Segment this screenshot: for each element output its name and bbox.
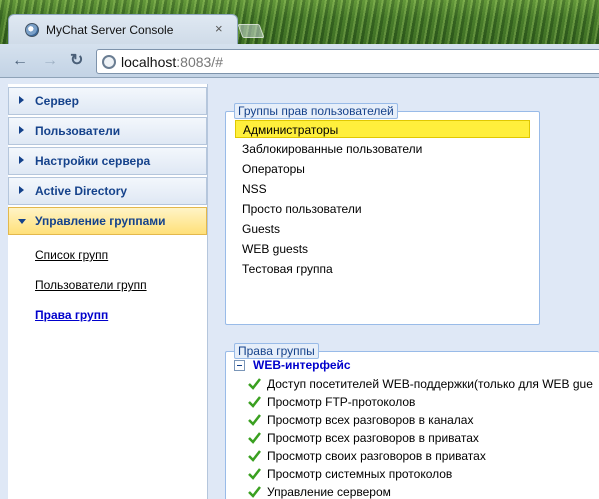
checkmark-icon [248,450,261,462]
permission-label: Просмотр системных протоколов [267,467,453,481]
permission-label: Управление сервером [267,485,391,499]
rights-legend: Права группы [234,343,319,359]
sidebar: Сервер Пользователи Настройки сервера Ac… [8,84,208,499]
checkmark-icon [248,396,261,408]
checkmark-icon [248,432,261,444]
caret-right-icon [19,186,24,194]
group-row[interactable]: Guests [235,220,530,238]
forward-arrow-icon[interactable]: → [42,52,58,70]
group-row[interactable]: NSS [235,180,530,198]
checkmark-icon [248,378,261,390]
address-bar[interactable]: localhost:8083/# [96,49,599,74]
url-text: localhost:8083/# [121,54,223,70]
back-arrow-icon[interactable]: ← [12,52,28,70]
url-host: localhost [121,54,177,70]
sidebar-item-server-settings[interactable]: Настройки сервера [8,147,207,175]
permission-label: Доступ посетителей WEB-поддержки(только … [267,377,593,391]
url-port-path: :8083/# [176,54,223,70]
group-row[interactable]: WEB guests [235,240,530,258]
group-row[interactable]: Операторы [235,160,530,178]
rights-fieldset: Права группы WEB-интерфейс Доступ посети… [225,343,599,499]
permission-label: Просмотр FTP-протоколов [267,395,416,409]
sidebar-item-users[interactable]: Пользователи [8,117,207,145]
tab-close-button[interactable]: × [215,22,223,36]
group-row[interactable]: Просто пользователи [235,200,530,218]
group-row[interactable]: Администраторы [235,120,530,138]
sublink-group-users[interactable]: Пользователи групп [35,278,147,292]
sublink-group-rights[interactable]: Права групп [35,308,108,322]
caret-right-icon [19,156,24,164]
tab-title: MyChat Server Console [46,23,174,37]
checkmark-icon [248,468,261,480]
checkmark-icon [248,414,261,426]
group-row[interactable]: Тестовая группа [235,260,530,278]
sidebar-item-label: Управление группами [35,214,166,228]
permission-label: Просмотр своих разговоров в приватах [267,449,486,463]
sidebar-item-label: Active Directory [35,184,128,198]
caret-down-icon [18,219,26,224]
sidebar-item-group-management[interactable]: Управление группами [8,207,207,235]
sidebar-item-active-directory[interactable]: Active Directory [8,177,207,205]
sidebar-item-label: Сервер [35,94,79,108]
sidebar-item-server[interactable]: Сервер [8,87,207,115]
groups-legend: Группы прав пользователей [234,103,398,119]
collapse-toggle-icon[interactable] [234,360,245,371]
main-panel: Группы прав пользователей Администраторы… [208,78,599,499]
browser-tab[interactable]: MyChat Server Console × [8,14,238,44]
sidebar-item-label: Настройки сервера [35,154,151,168]
group-row[interactable]: Заблокированные пользователи [235,140,530,158]
permission-label: Просмотр всех разговоров в приватах [267,431,479,445]
groups-fieldset: Группы прав пользователей Администраторы… [225,103,540,325]
page-globe-icon [102,55,116,69]
tree-root-label[interactable]: WEB-интерфейс [253,358,351,372]
sublink-group-list[interactable]: Список групп [35,248,108,262]
checkmark-icon [248,486,261,498]
browser-toolbar: ← → ↻ localhost:8083/# [0,44,599,78]
sidebar-item-label: Пользователи [35,124,121,138]
reload-icon[interactable]: ↻ [70,52,83,70]
page-content: Сервер Пользователи Настройки сервера Ac… [0,78,599,499]
permission-label: Просмотр всех разговоров в каналах [267,413,474,427]
caret-right-icon [19,96,24,104]
new-tab-button[interactable] [237,24,265,38]
caret-right-icon [19,126,24,134]
globe-icon [25,23,39,37]
window-titlebar: MyChat Server Console × [0,0,599,44]
